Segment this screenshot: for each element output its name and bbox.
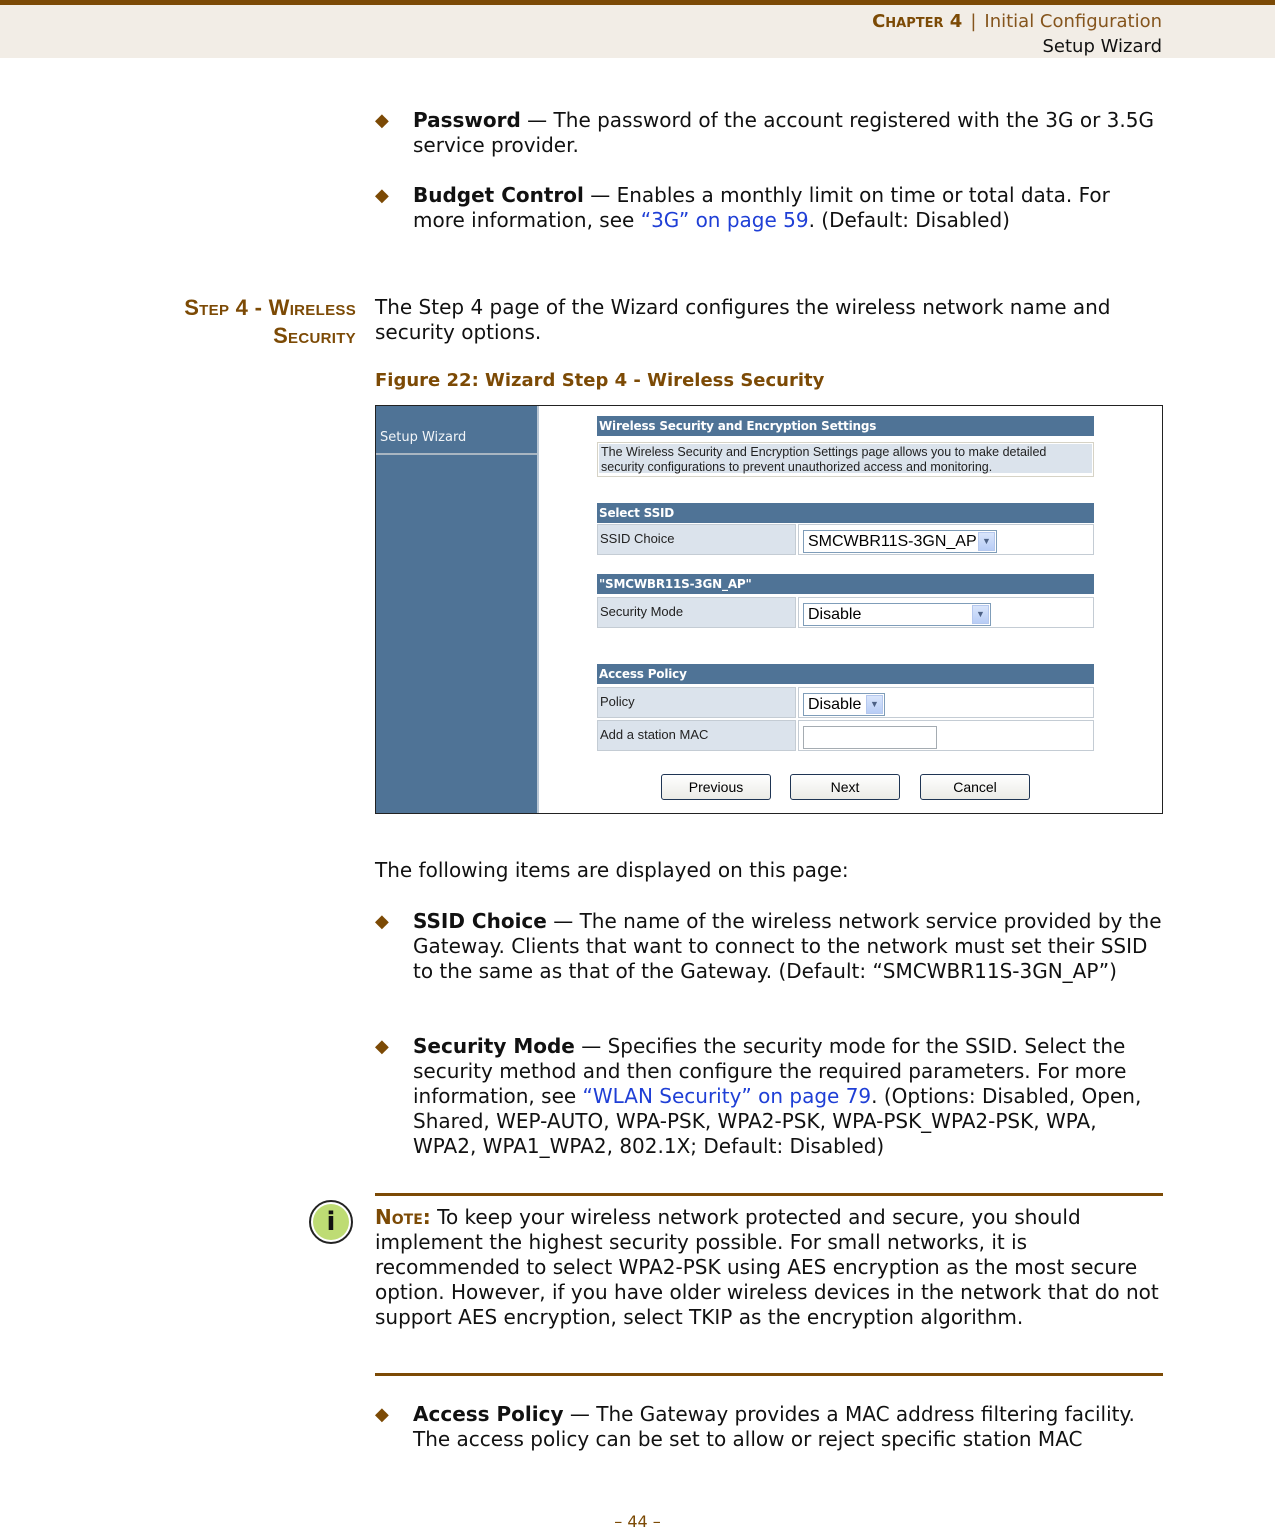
note-text: Note: To keep your wireless network prot… bbox=[375, 1205, 1165, 1330]
bullet-term: Security Mode bbox=[413, 1034, 575, 1058]
chevron-down-icon[interactable]: ▼ bbox=[972, 605, 989, 624]
link-3g-page[interactable]: “3G” on page 59 bbox=[641, 208, 809, 232]
sidebar-item-label: Setup Wizard bbox=[380, 430, 467, 445]
following-items-intro: The following items are displayed on thi… bbox=[375, 858, 849, 882]
chevron-down-icon[interactable]: ▼ bbox=[978, 532, 995, 551]
chapter-title: Initial Configuration bbox=[984, 11, 1162, 32]
wizard-sidebar: Setup Wizard bbox=[376, 406, 539, 813]
security-mode-cell: Disable ▼ bbox=[798, 597, 1094, 628]
running-header: Chapter 4 | Initial Configuration Setup Wi… bbox=[0, 0, 1275, 58]
dash: — bbox=[583, 183, 617, 207]
chapter-line: Chapter 4 | Initial Configuration bbox=[872, 11, 1162, 32]
security-mode-select[interactable]: Disable ▼ bbox=[803, 603, 991, 626]
chapter-number: Chapter 4 bbox=[872, 11, 963, 32]
wizard-screenshot: Setup Wizard Wireless Security and Encry… bbox=[375, 405, 1163, 814]
section-name: Setup Wizard bbox=[1042, 36, 1162, 57]
next-button[interactable]: Next bbox=[790, 774, 900, 800]
figure-caption: Figure 22: Wizard Step 4 - Wireless Secu… bbox=[375, 370, 825, 391]
access-policy-header: Access Policy bbox=[597, 664, 1094, 684]
section-intro: The Step 4 page of the Wizard configures… bbox=[375, 295, 1111, 344]
bullet-diamond-icon: ◆ bbox=[375, 1036, 389, 1057]
section-heading: Step 4 - Wireless Security bbox=[184, 295, 356, 348]
sidebar-item-setup-wizard[interactable]: Setup Wizard bbox=[376, 406, 537, 455]
bullet-diamond-icon: ◆ bbox=[375, 911, 389, 932]
station-mac-cell bbox=[798, 720, 1094, 751]
panel-description-box: The Wireless Security and Encryption Set… bbox=[597, 442, 1094, 477]
dash: — bbox=[546, 909, 580, 933]
note-label: Note: bbox=[375, 1205, 431, 1229]
bullet-diamond-icon: ◆ bbox=[375, 110, 389, 131]
link-wlan-security-page[interactable]: “WLAN Security” on page 79 bbox=[583, 1084, 872, 1108]
security-mode-label: Security Mode bbox=[597, 597, 796, 628]
bullet-term: Password bbox=[413, 108, 521, 132]
bullet-diamond-icon: ◆ bbox=[375, 185, 389, 206]
security-mode-value: Disable bbox=[808, 606, 862, 623]
ssid-choice-label: SSID Choice bbox=[597, 524, 796, 555]
note-body: To keep your wireless network protected … bbox=[375, 1205, 1159, 1329]
cancel-button[interactable]: Cancel bbox=[920, 774, 1030, 800]
chevron-down-icon[interactable]: ▼ bbox=[866, 695, 883, 714]
ssid-choice-select[interactable]: SMCWBR11S-3GN_AP ▼ bbox=[803, 530, 997, 553]
policy-select[interactable]: Disable ▼ bbox=[803, 693, 885, 716]
ssid-choice-cell: SMCWBR11S-3GN_AP ▼ bbox=[798, 524, 1094, 555]
station-mac-row: Add a station MAC bbox=[597, 720, 1094, 751]
dash: — bbox=[574, 1034, 608, 1058]
policy-value: Disable bbox=[808, 696, 862, 713]
info-glyph: i bbox=[313, 1204, 349, 1240]
bullet-ssid-choice: ◆ SSID Choice — The name of the wireless… bbox=[375, 909, 1165, 984]
ssid-choice-row: SSID Choice SMCWBR11S-3GN_AP ▼ bbox=[597, 524, 1094, 555]
panel-title: Wireless Security and Encryption Setting… bbox=[597, 416, 1094, 436]
bullet-diamond-icon: ◆ bbox=[375, 1404, 389, 1425]
policy-cell: Disable ▼ bbox=[798, 687, 1094, 718]
page-number: – 44 – bbox=[614, 1512, 661, 1531]
station-mac-input[interactable] bbox=[803, 726, 937, 749]
bullet-security-mode: ◆ Security Mode — Specifies the security… bbox=[375, 1034, 1165, 1159]
panel-description: The Wireless Security and Encryption Set… bbox=[599, 444, 1092, 474]
ssid-choice-value: SMCWBR11S-3GN_AP bbox=[808, 533, 977, 550]
dash: — bbox=[520, 108, 554, 132]
select-ssid-header: Select SSID bbox=[597, 503, 1094, 523]
bullet-access-policy: ◆ Access Policy — The Gateway provides a… bbox=[375, 1402, 1165, 1452]
bullet-password: ◆ Password — The password of the account… bbox=[375, 108, 1165, 158]
dash: — bbox=[563, 1402, 597, 1426]
note-bottom-rule bbox=[375, 1373, 1163, 1376]
ssid-section-header: "SMCWBR11S-3GN_AP" bbox=[597, 574, 1094, 594]
bullet-term: Budget Control bbox=[413, 183, 584, 207]
bullet-text-after: . (Default: Disabled) bbox=[808, 208, 1010, 232]
bullet-term: SSID Choice bbox=[413, 909, 547, 933]
bullet-term: Access Policy bbox=[413, 1402, 564, 1426]
policy-label: Policy bbox=[597, 687, 796, 718]
header-separator: | bbox=[970, 11, 977, 32]
info-icon: i bbox=[309, 1200, 353, 1244]
note-top-rule bbox=[375, 1193, 1163, 1196]
policy-row: Policy Disable ▼ bbox=[597, 687, 1094, 718]
security-mode-row: Security Mode Disable ▼ bbox=[597, 597, 1094, 628]
station-mac-label: Add a station MAC bbox=[597, 720, 796, 751]
bullet-budget-control: ◆ Budget Control — Enables a monthly lim… bbox=[375, 183, 1165, 233]
previous-button[interactable]: Previous bbox=[661, 774, 771, 800]
